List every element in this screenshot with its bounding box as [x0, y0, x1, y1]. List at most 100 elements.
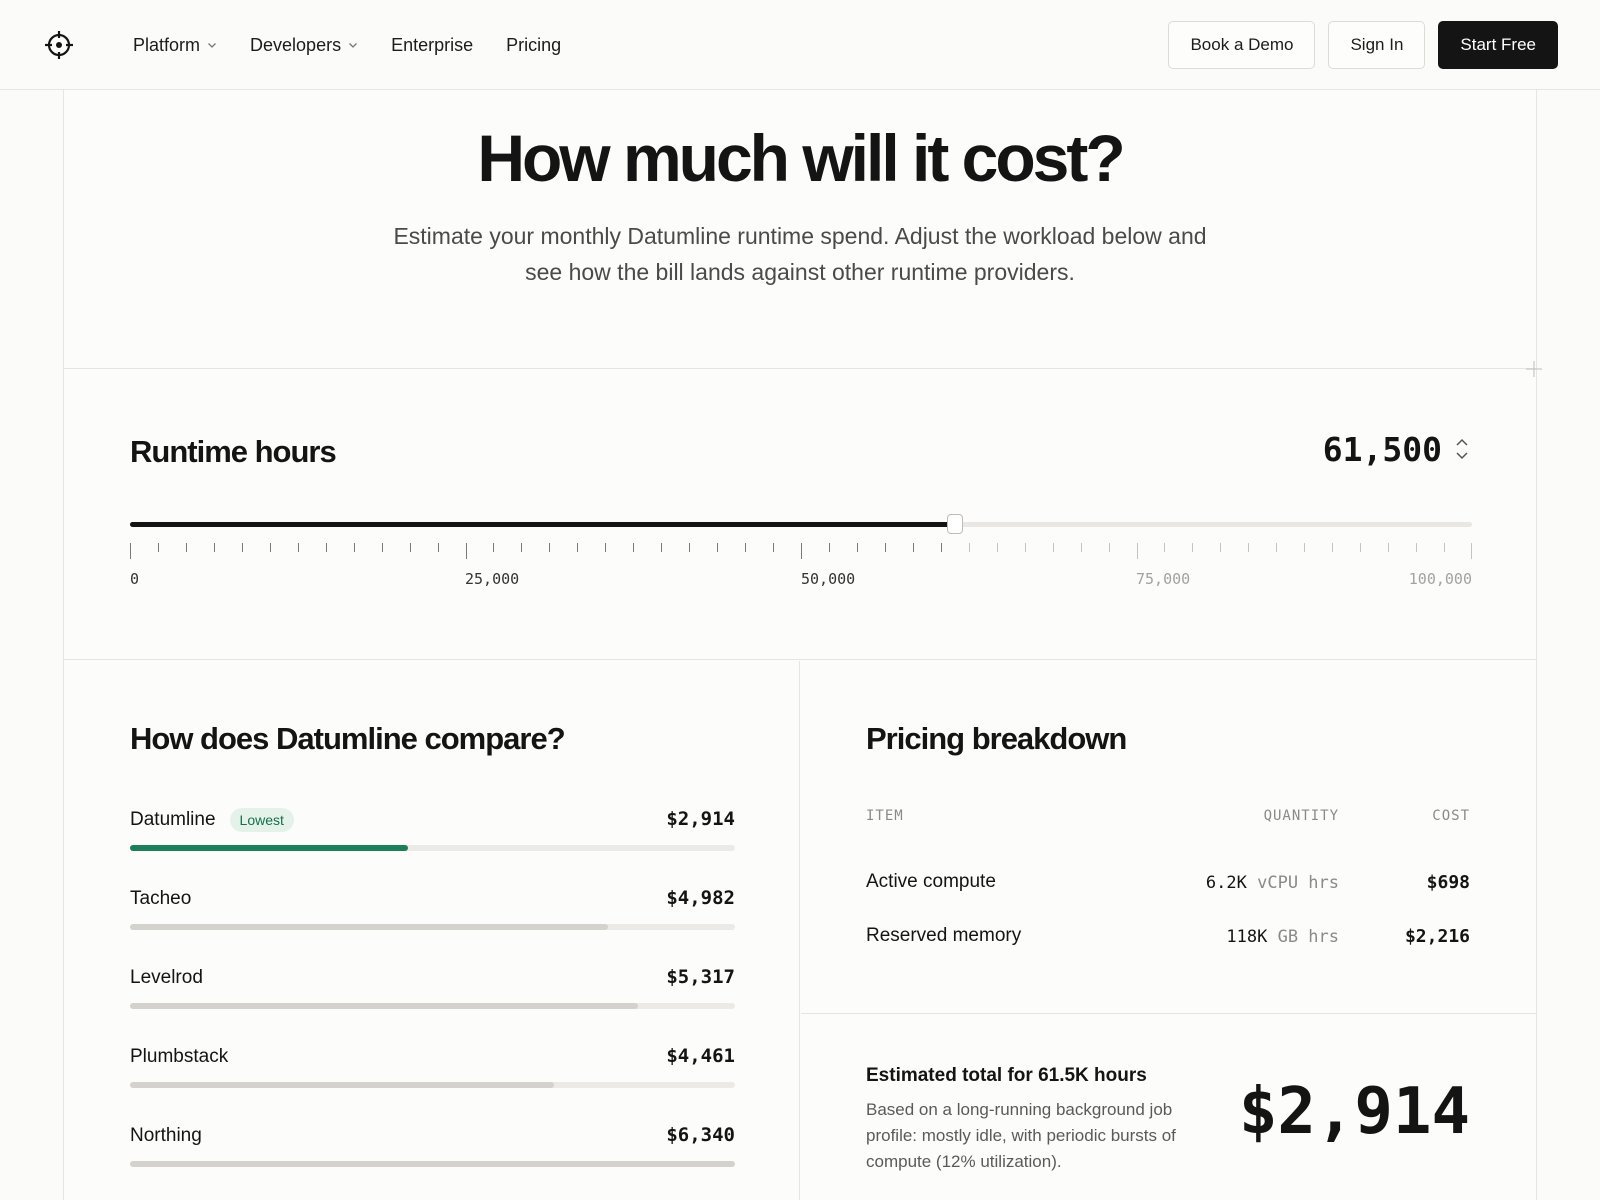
provider-name: Datumline	[130, 809, 216, 830]
slider-tick	[856, 543, 858, 552]
top-nav: Platform Developers Enterprise Pricing B…	[0, 0, 1600, 90]
provider-row-levelrod: Levelrod $5,317	[130, 964, 735, 1024]
slider-tick	[521, 543, 523, 552]
row-item: Active compute	[866, 871, 996, 892]
slider-tick	[828, 543, 830, 552]
slider-tick	[437, 543, 439, 552]
slider-tick	[1052, 543, 1054, 552]
slider-tick	[996, 543, 998, 552]
book-demo-button[interactable]: Book a Demo	[1168, 21, 1316, 69]
slider-ticks	[130, 543, 1472, 563]
slider-tick	[801, 543, 802, 559]
slider-tick	[1080, 543, 1082, 552]
slider-tick	[213, 543, 215, 552]
runtime-slider-thumb[interactable]	[947, 514, 964, 534]
nav-buttons: Book a Demo Sign In Start Free	[1168, 21, 1558, 69]
slider-tick	[353, 543, 355, 552]
total-amount: $2,914	[1238, 1075, 1470, 1149]
nav-platform[interactable]: Platform	[133, 35, 217, 56]
slider-tick	[493, 543, 495, 552]
breakdown-section: Pricing breakdown ITEM QUANTITY COST Act…	[801, 661, 1536, 1014]
provider-name: Levelrod	[130, 967, 203, 988]
slider-tick	[325, 543, 327, 552]
row-cost: $698	[1426, 872, 1470, 893]
row-item: Reserved memory	[866, 925, 1022, 946]
slider-tick	[745, 543, 747, 552]
provider-cost: $2,914	[666, 808, 735, 830]
total-description: Based on a long-running background job p…	[866, 1100, 1176, 1171]
nav-enterprise[interactable]: Enterprise	[391, 35, 473, 56]
tick-label: 25,000	[465, 570, 520, 588]
tick-label: 75,000	[1136, 570, 1191, 588]
provider-cost: $4,461	[666, 1045, 735, 1067]
slider-tick	[1304, 543, 1306, 552]
provider-bar-fill	[130, 1161, 735, 1167]
nav-pricing-label: Pricing	[506, 34, 562, 55]
slider-tick	[1416, 543, 1418, 552]
runtime-value-input[interactable]: 61,500	[1323, 430, 1442, 469]
slider-tick	[1192, 543, 1194, 552]
slider-tick	[381, 543, 383, 552]
start-free-button[interactable]: Start Free	[1438, 21, 1558, 69]
slider-tick	[1108, 543, 1110, 552]
slider-tick	[1332, 543, 1334, 552]
provider-cost: $6,340	[666, 1124, 735, 1146]
breakdown-title: Pricing breakdown	[866, 721, 1127, 756]
chevron-down-icon	[349, 43, 358, 48]
nav-links: Platform Developers Enterprise Pricing	[133, 0, 561, 90]
page-title: How much will it cost?	[477, 121, 1125, 195]
slider-tick	[689, 543, 691, 552]
slider-tick	[157, 543, 159, 552]
slider-tick	[185, 543, 187, 552]
nav-enterprise-label: Enterprise	[391, 34, 474, 55]
nav-developers[interactable]: Developers	[250, 35, 358, 56]
slider-tick	[549, 543, 551, 552]
slider-tick-labels: 0 25,000 50,000 75,000 100,000	[130, 570, 1472, 590]
slider-tick	[1444, 543, 1446, 552]
provider-row-tacheo: Tacheo $4,982	[130, 885, 735, 945]
slider-tick	[269, 543, 271, 552]
sign-in-button[interactable]: Sign In	[1328, 21, 1426, 69]
provider-cost: $5,317	[666, 966, 735, 988]
slider-tick	[577, 543, 579, 552]
slider-tick	[940, 543, 942, 552]
slider-tick	[661, 543, 663, 552]
provider-row-northing: Northing $6,340	[130, 1122, 735, 1182]
slider-tick	[465, 543, 467, 559]
chevron-down-icon	[208, 43, 216, 48]
slider-tick	[605, 543, 607, 552]
row-qty-value: 118K	[1226, 927, 1268, 947]
provider-bar-fill	[130, 1082, 554, 1088]
nav-pricing[interactable]: Pricing	[506, 35, 561, 56]
provider-cost: $4,982	[666, 887, 735, 909]
row-quantity: 6.2K vCPU hrs	[1206, 873, 1339, 893]
row-cost: $2,216	[1404, 926, 1470, 947]
provider-bar	[130, 845, 735, 851]
nav-platform-label: Platform	[133, 34, 201, 55]
provider-name: Northing	[130, 1125, 202, 1146]
page-subtitle: Estimate your monthly Datumline runtime …	[393, 223, 1207, 285]
header-cost: COST	[1432, 808, 1470, 824]
slider-tick	[1164, 543, 1166, 552]
slider-tick	[1024, 543, 1026, 552]
tick-label: 0	[130, 570, 140, 588]
total-section: Estimated total for 61.5K hours Based on…	[801, 1015, 1536, 1200]
runtime-slider-track[interactable]	[130, 514, 1472, 534]
tick-label: 50,000	[801, 570, 856, 588]
runtime-title: Runtime hours	[130, 434, 337, 469]
slider-tick	[1220, 543, 1222, 552]
total-label: Estimated total for 61.5K hours	[866, 1065, 1147, 1086]
row-qty-unit: GB hrs	[1277, 927, 1339, 947]
slider-tick	[633, 543, 635, 552]
provider-bar	[130, 924, 735, 930]
provider-row-datumline: Datumline Lowest $2,914	[130, 806, 735, 866]
provider-name: Plumbstack	[130, 1046, 229, 1067]
slider-tick	[1388, 543, 1390, 552]
slider-tick	[717, 543, 719, 552]
slider-tick	[773, 543, 775, 552]
slider-tick	[130, 543, 131, 559]
crosshair-logo-icon[interactable]	[44, 30, 74, 60]
slider-tick	[912, 543, 914, 552]
stepper-chevrons-icon[interactable]	[1454, 436, 1470, 462]
provider-bar-fill	[130, 1003, 639, 1009]
